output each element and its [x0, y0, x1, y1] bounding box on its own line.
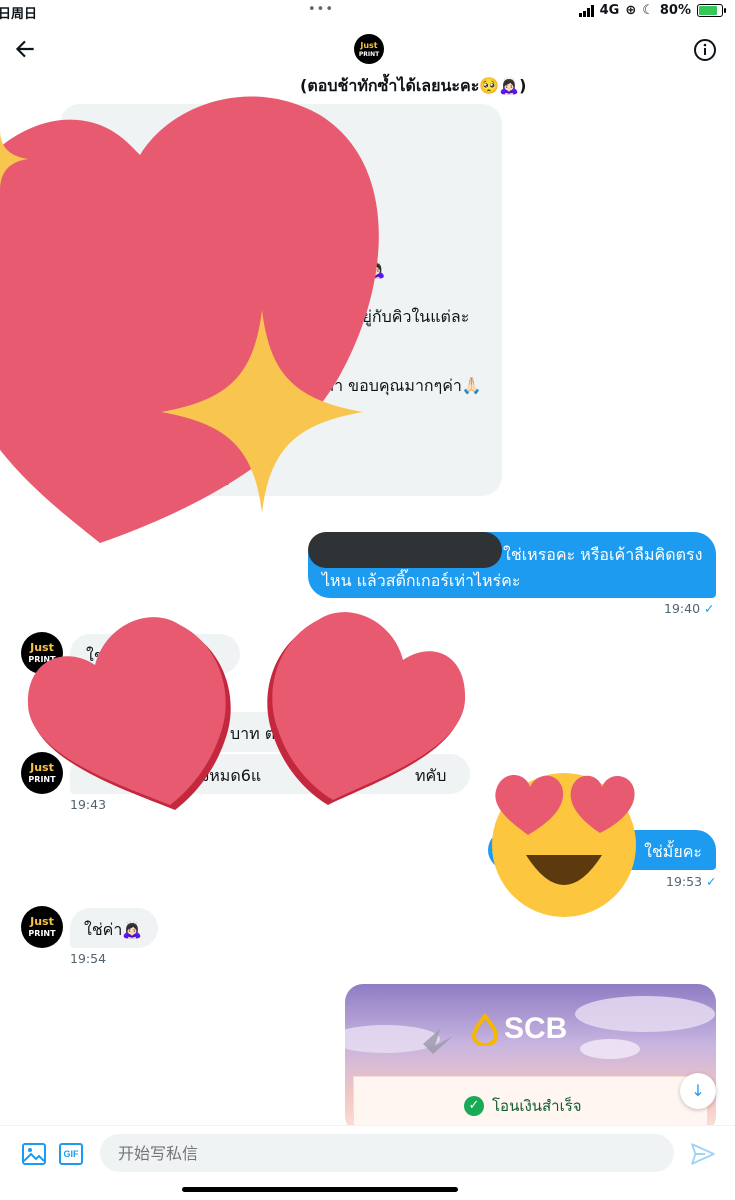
message-line: ตจริงค่า🙇🏻‍♀️	[310, 260, 386, 279]
check-icon: ✓	[464, 1096, 484, 1116]
lock-rotation-icon: ⊕	[625, 3, 637, 18]
incoming-message[interactable]: ช้ทั้งหมด6แ ทคับ	[70, 754, 470, 794]
svg-text:Just: Just	[29, 761, 54, 774]
svg-text:PRINT: PRINT	[359, 51, 380, 58]
svg-text:PRINT: PRINT	[28, 775, 56, 784]
message-time: 19:43	[70, 797, 107, 812]
info-icon[interactable]	[693, 38, 717, 62]
message-line: ยค่า ขอบคุณมากๆค่า🙏🏻	[314, 376, 482, 395]
battery-icon	[697, 4, 726, 17]
status-indicators: 4G ⊕ ☾ 80%	[578, 3, 726, 18]
message-input[interactable]	[100, 1134, 674, 1172]
transfer-status-text: โอนเงินสำเร็จ	[492, 1097, 582, 1115]
signal-icon	[578, 4, 594, 17]
sender-avatar[interactable]: Just PRINT	[21, 752, 63, 794]
check-icon: ✓	[704, 601, 715, 616]
message-text: ช้ทั้งหมด6แ	[180, 766, 262, 785]
svg-text:PRINT: PRINT	[28, 929, 56, 938]
incoming-message[interactable]: ใช่ค่า🙇🏻‍♀️	[70, 908, 158, 948]
sender-avatar[interactable]: Just PRINT	[21, 632, 63, 674]
message-line: ไหน แล้วสติ๊กเกอร์เท่าไหร่คะ	[322, 571, 521, 590]
message-time: 19:53 ✓	[666, 874, 717, 889]
conversation-header: Just PRINT	[0, 26, 735, 76]
message-text: ทคับ	[415, 766, 447, 785]
scroll-down-icon[interactable]: ↓	[680, 1073, 716, 1109]
multitask-dots[interactable]: •••	[308, 2, 334, 17]
message-text: ใช่ค่า🙇🏻‍♀️	[84, 920, 143, 939]
back-arrow-icon[interactable]	[12, 36, 38, 62]
redaction-bar	[308, 532, 502, 568]
message-line: น	[218, 470, 229, 489]
channel-note: (ตอบช้าทักซ้ำได้เลยนะคะ🥺🙇🏻‍♀️)	[300, 76, 527, 95]
svg-text:Just: Just	[29, 641, 54, 654]
status-date: 日周日	[0, 7, 38, 22]
message-line: นอยู่กับคิวในแต่ละ	[342, 307, 470, 326]
home-indicator[interactable]	[182, 1187, 458, 1192]
header-avatar[interactable]: Just PRINT	[354, 34, 384, 64]
outgoing-message[interactable]: ใช่มั้ยคะ	[488, 830, 716, 870]
message-time: 19:40 ✓	[664, 601, 715, 616]
svg-text:Just: Just	[29, 915, 54, 928]
transfer-success: ✓ โอนเงินสำเร็จ	[464, 1094, 582, 1118]
message-text: บาท ต	[230, 724, 276, 743]
battery-label: 80%	[659, 3, 691, 18]
send-icon[interactable]	[690, 1141, 716, 1167]
status-bar: 日周日 ••• 4G ⊕ ☾ 80%	[0, 0, 735, 26]
incoming-message[interactable]: บาท ต	[70, 712, 300, 752]
gif-icon[interactable]: GIF	[59, 1143, 83, 1165]
svg-text:PRINT: PRINT	[28, 655, 56, 664]
network-label: 4G	[599, 3, 620, 18]
check-icon: ✓	[706, 874, 717, 889]
message-time: 19:54	[70, 951, 107, 966]
message-text: ใช่ค่า	[86, 646, 125, 665]
incoming-message[interactable]: ใช่ค่า	[70, 634, 240, 674]
scb-brand: SCB	[504, 1012, 568, 1045]
moon-icon: ☾	[642, 3, 654, 18]
image-icon[interactable]	[22, 1143, 46, 1165]
message-text: ใช่มั้ยคะ	[644, 842, 702, 861]
message-line: ใช่เหรอคะ หรือเค้าลืมคิดตรง	[503, 545, 703, 564]
incoming-message-long[interactable]: ตจริงค่า🙇🏻‍♀️ นอยู่กับคิวในแต่ละ ยค่า ขอ…	[60, 104, 502, 496]
svg-text:Just: Just	[359, 41, 377, 50]
sender-avatar[interactable]: Just PRINT	[21, 906, 63, 948]
